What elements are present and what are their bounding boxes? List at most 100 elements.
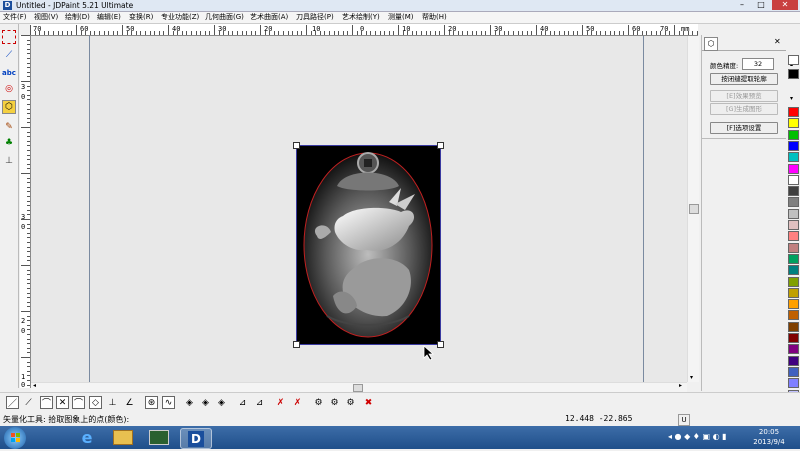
measure-tool-icon[interactable]: ⊥ [2, 154, 16, 168]
curve-snap-icon[interactable]: ∿ [162, 396, 175, 409]
clock-time[interactable]: 20:05 [752, 428, 786, 436]
break-tool-icon[interactable]: ⊿ [253, 396, 266, 409]
maximize-button[interactable]: □ [752, 0, 770, 10]
menu-file[interactable]: 文件(F) [3, 12, 27, 23]
close-button[interactable]: ✕ [772, 0, 798, 10]
color-swatch[interactable] [788, 366, 799, 377]
menu-professional[interactable]: 专业功能(Z) [161, 12, 199, 23]
check-tool-icon[interactable]: ⚙ [344, 396, 357, 409]
boolean-diff-icon[interactable]: ◈ [199, 396, 212, 409]
options-button[interactable]: [F]选项设置 [710, 122, 778, 134]
color-swatch[interactable] [788, 242, 799, 253]
menu-view[interactable]: 视图(V) [34, 12, 58, 23]
cancel-icon[interactable]: ✖ [362, 396, 375, 409]
color-swatch[interactable] [788, 220, 799, 230]
color-swatch[interactable] [788, 276, 799, 287]
menu-measure[interactable]: 测量(M) [388, 12, 414, 23]
selection-handle[interactable] [437, 341, 444, 348]
polyline-tool-icon[interactable]: ⟋ [22, 396, 35, 409]
select-icon[interactable] [2, 30, 16, 44]
color-swatch[interactable] [788, 378, 799, 389]
menu-art-draw[interactable]: 艺术绘制(Y) [342, 12, 380, 23]
start-button[interactable] [4, 427, 26, 449]
jdpaint-taskbar-button[interactable]: D [180, 428, 212, 449]
color-swatch[interactable] [788, 208, 799, 219]
panel-close-icon[interactable]: ✕ [774, 37, 781, 46]
system-tray-icons[interactable]: ◂ ● ◆ ♦ ▣ ◐ ▮ [668, 432, 728, 444]
color-swatch[interactable] [788, 129, 799, 140]
jdpaint-app-icon[interactable]: D [3, 1, 12, 10]
menu-transform[interactable]: 变换(R) [129, 12, 153, 23]
extend-tool-icon[interactable]: ⊿ [236, 396, 249, 409]
scroll-right-icon[interactable]: ▸ [679, 382, 682, 389]
scroll-left-icon[interactable]: ◂ [33, 382, 36, 389]
trim-tool-icon[interactable]: ✕ [56, 396, 69, 409]
selection-handle[interactable] [293, 341, 300, 348]
horizontal-scrollbar[interactable]: ◂ ▸ [31, 382, 687, 392]
color-swatch[interactable] [788, 310, 799, 321]
boolean-union-icon[interactable]: ◈ [183, 396, 196, 409]
text-tool-icon[interactable]: abc [2, 66, 16, 80]
perpendicular-tool-icon[interactable]: ⊥ [106, 396, 119, 409]
pen-tool-icon[interactable]: ✎ [2, 120, 16, 134]
generate-shape-button[interactable]: [G]生成图形 [710, 103, 778, 115]
arc-tool-icon[interactable]: ⌒ [40, 396, 53, 409]
node-snap-icon[interactable]: ⊛ [145, 396, 158, 409]
horizontal-scroll-thumb[interactable] [353, 384, 363, 392]
color-swatch[interactable] [788, 253, 799, 264]
relief-image[interactable] [296, 145, 441, 345]
extract-contour-button[interactable]: 按闭缝提取轮廓 [710, 73, 778, 85]
color-swatch[interactable] [788, 107, 799, 117]
color-swatch[interactable] [788, 174, 799, 185]
color-precision-field[interactable]: 32 [742, 58, 774, 70]
monitor-app-icon[interactable] [144, 428, 174, 447]
line-tool-icon[interactable]: ／ [6, 396, 19, 409]
color-swatch[interactable] [788, 355, 799, 366]
circle-tool-icon[interactable]: ◎ [2, 82, 16, 96]
fill-tool-icon[interactable]: ♣ [2, 136, 16, 150]
color-swatch[interactable] [788, 287, 799, 298]
menu-art-surface[interactable]: 艺术曲面(A) [250, 12, 288, 23]
vertical-scroll-thumb[interactable] [689, 204, 699, 214]
menu-tool-path[interactable]: 刀具路径(P) [296, 12, 334, 23]
color-swatch[interactable] [788, 265, 799, 276]
scroll-down-icon[interactable]: ▾ [690, 374, 693, 381]
vectorize-tool-icon[interactable]: ⬡ [2, 100, 16, 114]
color-swatch[interactable] [788, 333, 799, 343]
fillet-tool-icon[interactable]: ⌒ [72, 396, 85, 409]
color-swatch[interactable] [788, 163, 799, 174]
angle-tool-icon[interactable]: ∠ [123, 396, 136, 409]
color-swatch[interactable] [788, 140, 799, 151]
color-swatch[interactable] [788, 321, 799, 332]
repair-tool-icon[interactable]: ⚙ [312, 396, 325, 409]
color-swatch[interactable] [788, 118, 799, 129]
color-swatch[interactable] [788, 186, 799, 197]
chamfer-tool-icon[interactable]: ◇ [89, 396, 102, 409]
minimize-button[interactable]: – [733, 0, 751, 10]
boolean-intersect-icon[interactable]: ◈ [215, 396, 228, 409]
color-swatch[interactable] [788, 197, 799, 208]
color-swatch[interactable] [788, 152, 799, 163]
internet-explorer-icon[interactable]: e [72, 428, 102, 447]
menu-draw[interactable]: 绘制(D) [65, 12, 90, 23]
menu-help[interactable]: 帮助(H) [422, 12, 447, 23]
palette-scroll-down-icon[interactable]: ▾ [790, 95, 793, 102]
color-swatch[interactable] [788, 69, 799, 79]
color-swatch[interactable] [788, 299, 799, 310]
effect-preview-button[interactable]: [E]效果预览 [710, 90, 778, 102]
join-tool-icon[interactable]: ⚙ [328, 396, 341, 409]
color-swatch[interactable] [788, 55, 799, 65]
menu-edit[interactable]: 编辑(E) [97, 12, 121, 23]
node-edit-icon[interactable]: ⟋ [2, 48, 16, 62]
delete-point-icon[interactable]: ✗ [274, 396, 287, 409]
vectorize-tab-icon[interactable]: ⬡ [704, 37, 718, 51]
menu-geometric-surface[interactable]: 几何曲面(G) [205, 12, 244, 23]
selection-handle[interactable] [437, 142, 444, 149]
file-explorer-icon[interactable] [108, 428, 138, 447]
vertical-scrollbar[interactable]: ▾ [687, 36, 699, 382]
delete-segment-icon[interactable]: ✗ [291, 396, 304, 409]
clock-date[interactable]: 2013/9/4 [752, 438, 786, 446]
color-swatch[interactable] [788, 344, 799, 355]
color-swatch[interactable] [788, 231, 799, 242]
selection-handle[interactable] [293, 142, 300, 149]
